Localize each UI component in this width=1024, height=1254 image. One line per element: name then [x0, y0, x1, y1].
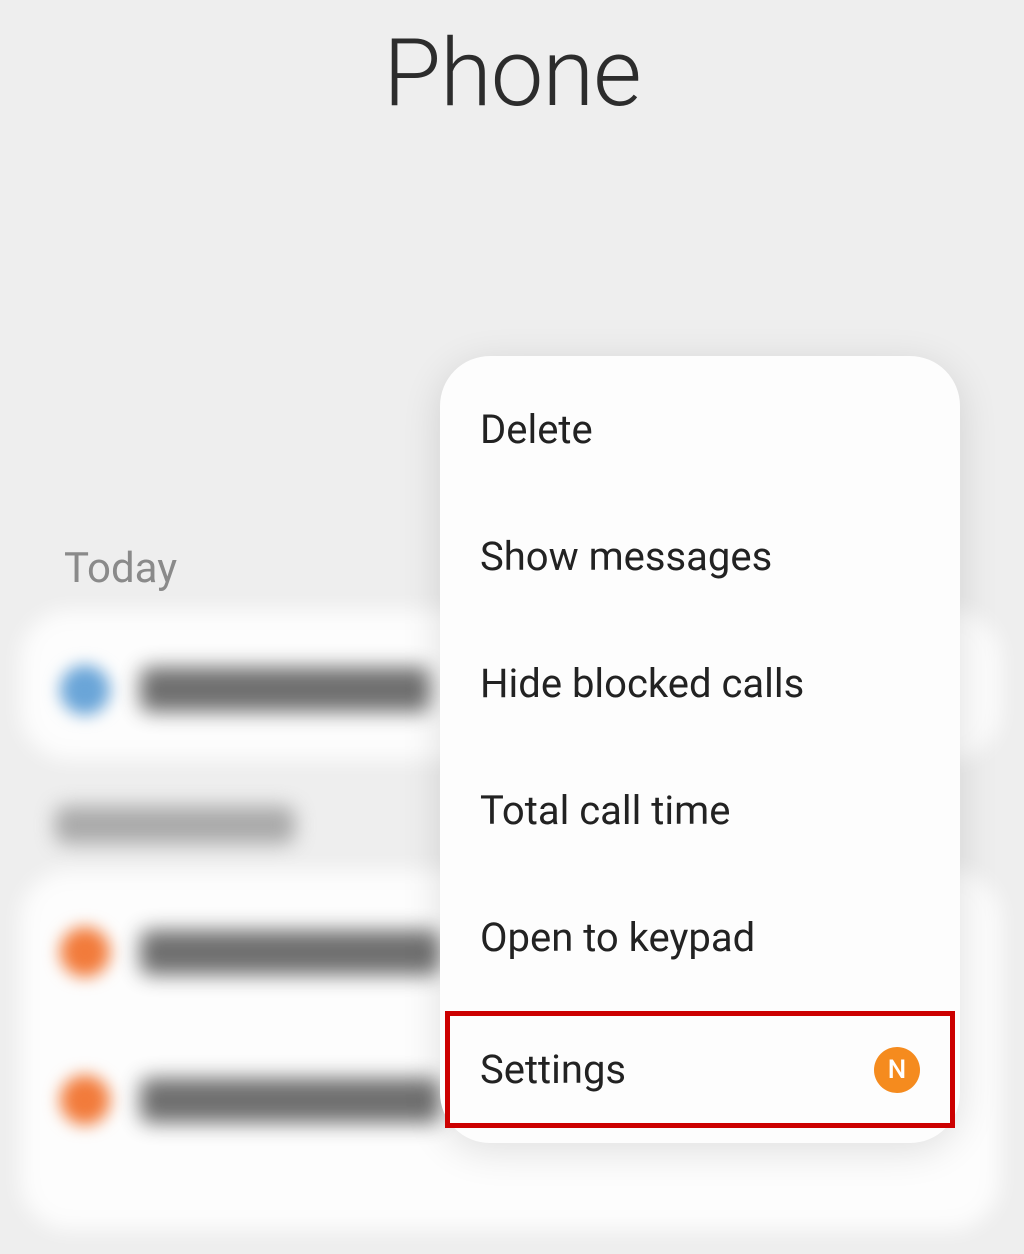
menu-item-label: Delete	[480, 406, 593, 453]
redacted-text	[55, 806, 295, 844]
menu-item-show-messages[interactable]: Show messages	[440, 493, 960, 620]
menu-item-label: Open to keypad	[480, 914, 755, 961]
menu-item-delete[interactable]: Delete	[440, 366, 960, 493]
call-icon	[60, 1075, 110, 1125]
overflow-menu: Delete Show messages Hide blocked calls …	[440, 356, 960, 1143]
redacted-text	[140, 1078, 440, 1123]
call-icon	[60, 665, 110, 715]
menu-item-hide-blocked-calls[interactable]: Hide blocked calls	[440, 620, 960, 747]
page-title: Phone	[0, 0, 1024, 128]
notification-badge: N	[874, 1047, 920, 1093]
redacted-text	[140, 667, 430, 712]
call-icon	[60, 927, 110, 977]
menu-item-settings[interactable]: Settings N	[445, 1011, 955, 1128]
menu-item-label: Hide blocked calls	[480, 660, 804, 707]
menu-item-label: Total call time	[480, 787, 730, 834]
menu-item-label: Settings	[480, 1046, 626, 1093]
menu-item-total-call-time[interactable]: Total call time	[440, 747, 960, 874]
redacted-text	[140, 930, 440, 975]
menu-item-open-to-keypad[interactable]: Open to keypad	[440, 874, 960, 1001]
menu-item-label: Show messages	[480, 533, 772, 580]
section-label-today: Today	[64, 544, 177, 593]
